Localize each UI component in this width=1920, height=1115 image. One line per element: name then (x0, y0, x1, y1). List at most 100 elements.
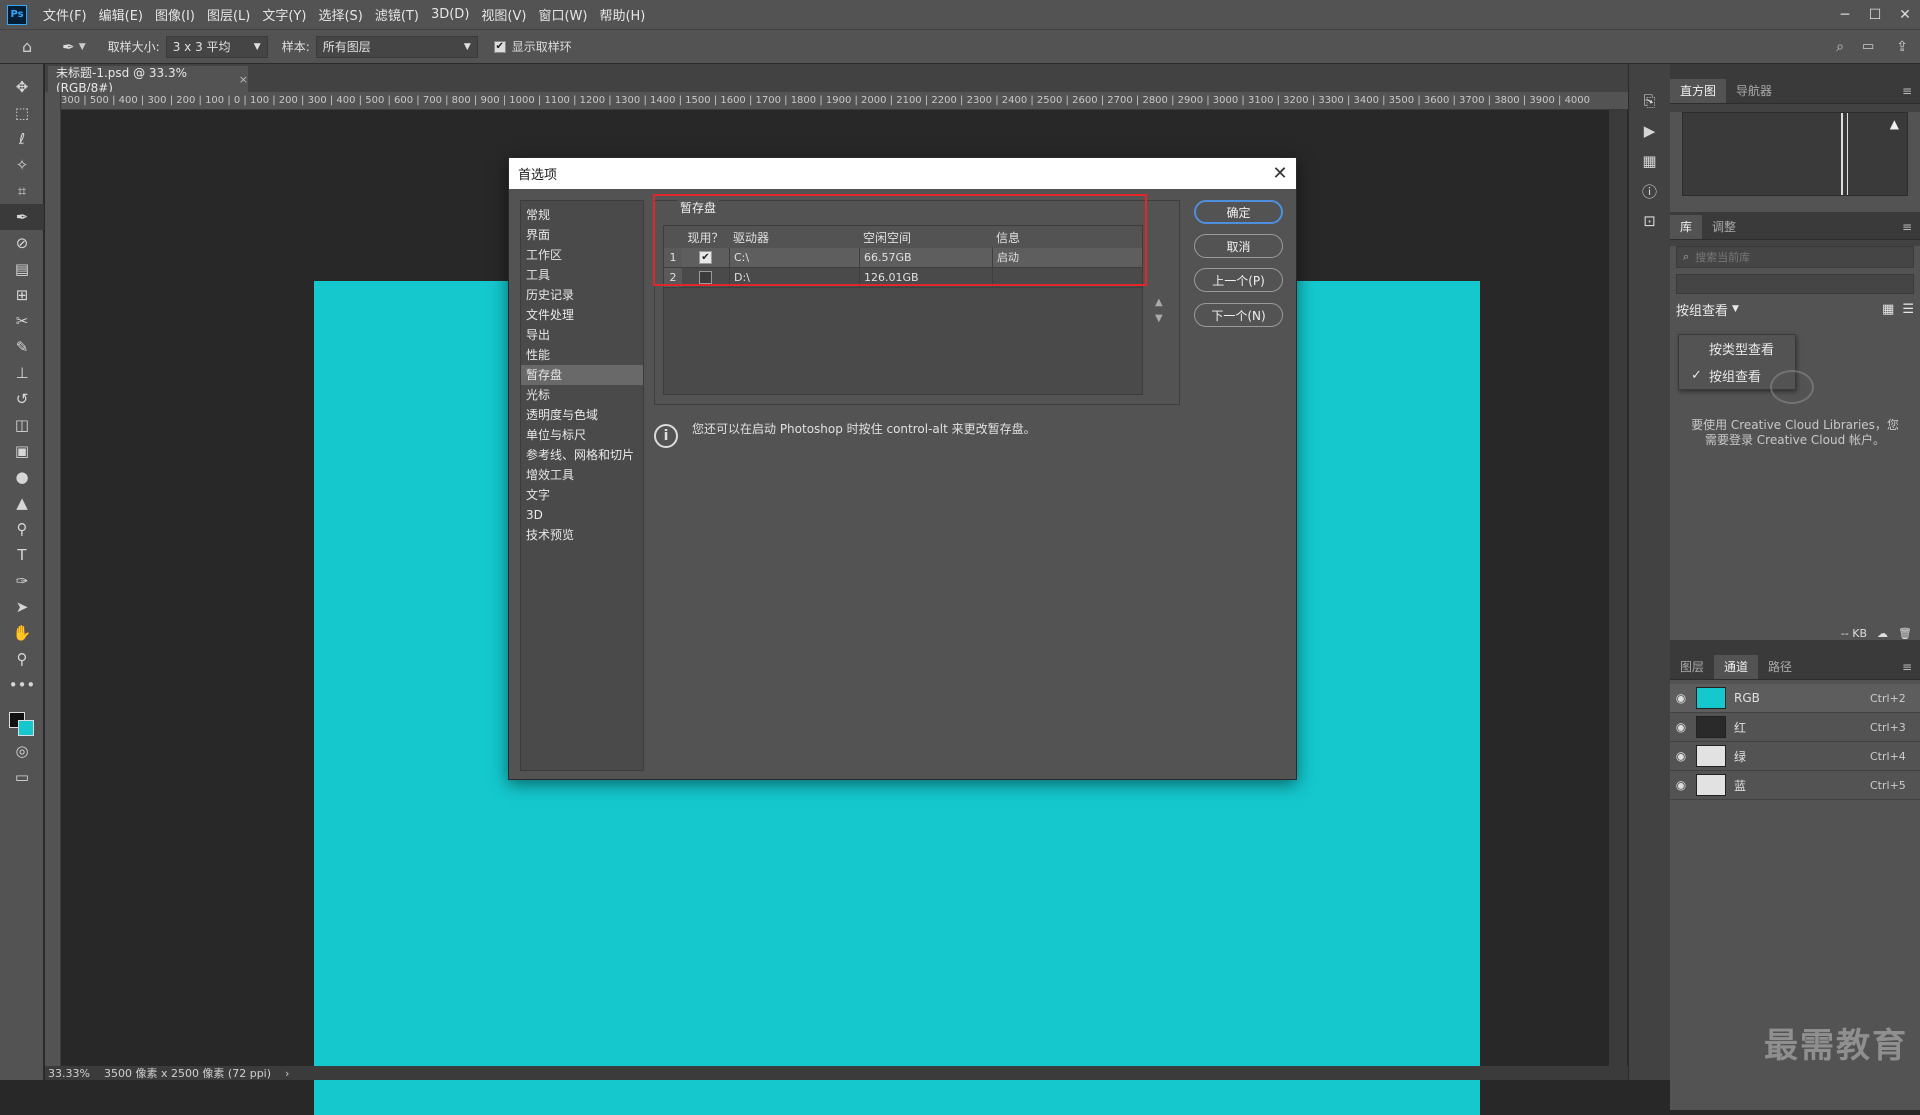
character-panel-icon[interactable]: ⊡ (1629, 206, 1670, 236)
nav-general[interactable]: 常规 (521, 205, 643, 225)
menu-window[interactable]: 窗口(W) (532, 5, 593, 24)
workspace-icon[interactable]: ▭ (1862, 39, 1874, 54)
content-aware-move-icon[interactable]: ✂ (0, 308, 44, 334)
move-up-icon[interactable]: ▲ (1155, 295, 1163, 311)
next-button[interactable]: 下一个(N) (1194, 303, 1283, 327)
nav-guides-grid[interactable]: 参考线、网格和切片 (521, 445, 643, 465)
nav-3d[interactable]: 3D (521, 505, 643, 525)
gradient-tool-icon[interactable]: ▣ (0, 438, 44, 464)
frame-tool-icon[interactable]: ⊞ (0, 282, 44, 308)
minimize-icon[interactable]: ─ (1830, 7, 1860, 23)
background-color-swatch[interactable] (18, 720, 34, 736)
menu-item-view-by-type[interactable]: 按类型查看 (1679, 335, 1795, 362)
move-tool-icon[interactable]: ✥ (0, 74, 44, 100)
tab-adjustments[interactable]: 调整 (1702, 215, 1746, 239)
nav-tech-preview[interactable]: 技术预览 (521, 525, 643, 545)
eyedropper-tool-icon[interactable]: ✒ (62, 38, 75, 56)
nav-history[interactable]: 历史记录 (521, 285, 643, 305)
patch-tool-icon[interactable]: ▤ (0, 256, 44, 282)
properties-panel-icon[interactable]: ▦ (1629, 146, 1670, 176)
channel-row-red[interactable]: ◉ 红 Ctrl+3 (1670, 713, 1920, 742)
cancel-button[interactable]: 取消 (1194, 234, 1283, 258)
ok-button[interactable]: 确定 (1194, 200, 1283, 224)
channel-row-blue[interactable]: ◉ 蓝 Ctrl+5 (1670, 771, 1920, 800)
search-icon[interactable]: ⌕ (1836, 39, 1844, 55)
tab-paths[interactable]: 路径 (1758, 655, 1802, 679)
zoom-level[interactable]: 33.33% (48, 1067, 90, 1080)
nav-cursors[interactable]: 光标 (521, 385, 643, 405)
eye-icon[interactable]: ◉ (1670, 691, 1692, 705)
cloud-icon[interactable]: ☁ (1877, 627, 1888, 640)
quick-mask-icon[interactable]: ◎ (0, 738, 44, 764)
history-brush-tool-icon[interactable]: ↺ (0, 386, 44, 412)
crop-tool-icon[interactable]: ⌗ (0, 178, 44, 204)
tab-channels[interactable]: 通道 (1714, 655, 1759, 679)
drive-d-checkbox[interactable] (699, 271, 712, 284)
close-tab-icon[interactable]: × (239, 73, 248, 86)
menu-image[interactable]: 图像(I) (149, 5, 201, 24)
document-tab[interactable]: 未标题-1.psd @ 33.3%(RGB/8#) × (48, 66, 248, 95)
library-select[interactable] (1676, 274, 1914, 294)
table-row[interactable]: 1 ✔ C:\ 66.57GB 启动 (664, 248, 1142, 268)
eraser-tool-icon[interactable]: ◫ (0, 412, 44, 438)
warning-icon[interactable]: ▲ (1890, 117, 1899, 131)
tab-layers[interactable]: 图层 (1670, 655, 1714, 679)
chevron-right-icon[interactable]: › (285, 1067, 289, 1080)
menu-help[interactable]: 帮助(H) (593, 5, 651, 24)
sample-select[interactable]: 所有图层 ▼ (315, 35, 478, 58)
panel-menu-icon[interactable]: ≡ (1902, 655, 1920, 679)
blur-tool-icon[interactable]: ● (0, 464, 44, 490)
close-window-icon[interactable]: ✕ (1890, 7, 1920, 23)
menu-select[interactable]: 选择(S) (312, 5, 368, 24)
hand-tool-icon[interactable]: ✋ (0, 620, 44, 646)
trash-icon[interactable]: 🗑 (1898, 627, 1912, 640)
sharpen-tool-icon[interactable]: ▲ (0, 490, 44, 516)
panel-menu-icon[interactable]: ≡ (1902, 215, 1920, 239)
menu-type[interactable]: 文字(Y) (256, 5, 312, 24)
chevron-down-icon[interactable]: ▼ (1732, 304, 1739, 314)
tool-preset-dropdown-icon[interactable]: ▼ (79, 42, 86, 52)
channel-row-green[interactable]: ◉ 绿 Ctrl+4 (1670, 742, 1920, 771)
nav-units-rulers[interactable]: 单位与标尺 (521, 425, 643, 445)
share-icon[interactable]: ⇪ (1896, 39, 1908, 55)
nav-transparency[interactable]: 透明度与色域 (521, 405, 643, 425)
drive-c-checkbox[interactable]: ✔ (699, 251, 712, 264)
menu-file[interactable]: 文件(F) (37, 5, 93, 24)
actions-panel-icon[interactable]: ▶ (1629, 116, 1670, 146)
menu-edit[interactable]: 编辑(E) (93, 5, 149, 24)
magic-wand-tool-icon[interactable]: ✧ (0, 152, 44, 178)
close-icon[interactable]: ✕ (1264, 163, 1296, 184)
grid-view-icon[interactable]: ▦ (1882, 302, 1894, 317)
home-icon[interactable]: ⌂ (22, 37, 32, 56)
menu-layer[interactable]: 图层(L) (201, 5, 256, 24)
eye-icon[interactable]: ◉ (1670, 720, 1692, 734)
nav-workspace[interactable]: 工作区 (521, 245, 643, 265)
nav-interface[interactable]: 界面 (521, 225, 643, 245)
nav-file-handling[interactable]: 文件处理 (521, 305, 643, 325)
nav-type[interactable]: 文字 (521, 485, 643, 505)
info-panel-icon[interactable]: ⓘ (1629, 176, 1670, 206)
show-sampling-ring-checkbox[interactable]: ✔ (493, 40, 506, 53)
path-select-tool-icon[interactable]: ➤ (0, 594, 44, 620)
previous-button[interactable]: 上一个(P) (1194, 268, 1283, 292)
maximize-icon[interactable]: ☐ (1860, 7, 1890, 23)
nav-performance[interactable]: 性能 (521, 345, 643, 365)
brush-tool-icon[interactable]: ✎ (0, 334, 44, 360)
panel-menu-icon[interactable]: ≡ (1902, 79, 1920, 103)
nav-scratch-disks[interactable]: 暂存盘 (521, 365, 643, 385)
nav-tools[interactable]: 工具 (521, 265, 643, 285)
history-panel-icon[interactable]: ⎘ (1629, 86, 1670, 116)
type-tool-icon[interactable]: T (0, 542, 44, 568)
nav-plugins[interactable]: 增效工具 (521, 465, 643, 485)
view-mode-dropdown[interactable]: 按组查看 (1676, 300, 1728, 319)
vertical-scrollbar[interactable] (1609, 110, 1627, 1066)
menu-filter[interactable]: 滤镜(T) (369, 5, 425, 24)
channel-row-rgb[interactable]: ◉ RGB Ctrl+2 (1670, 684, 1920, 713)
table-row[interactable]: 2 D:\ 126.01GB (664, 268, 1142, 288)
zoom-tool-icon[interactable]: ⚲ (0, 646, 44, 672)
menu-view[interactable]: 视图(V) (475, 5, 532, 24)
eye-icon[interactable]: ◉ (1670, 749, 1692, 763)
nav-export[interactable]: 导出 (521, 325, 643, 345)
color-swatches[interactable] (0, 698, 43, 738)
tab-navigator[interactable]: 导航器 (1726, 79, 1782, 103)
